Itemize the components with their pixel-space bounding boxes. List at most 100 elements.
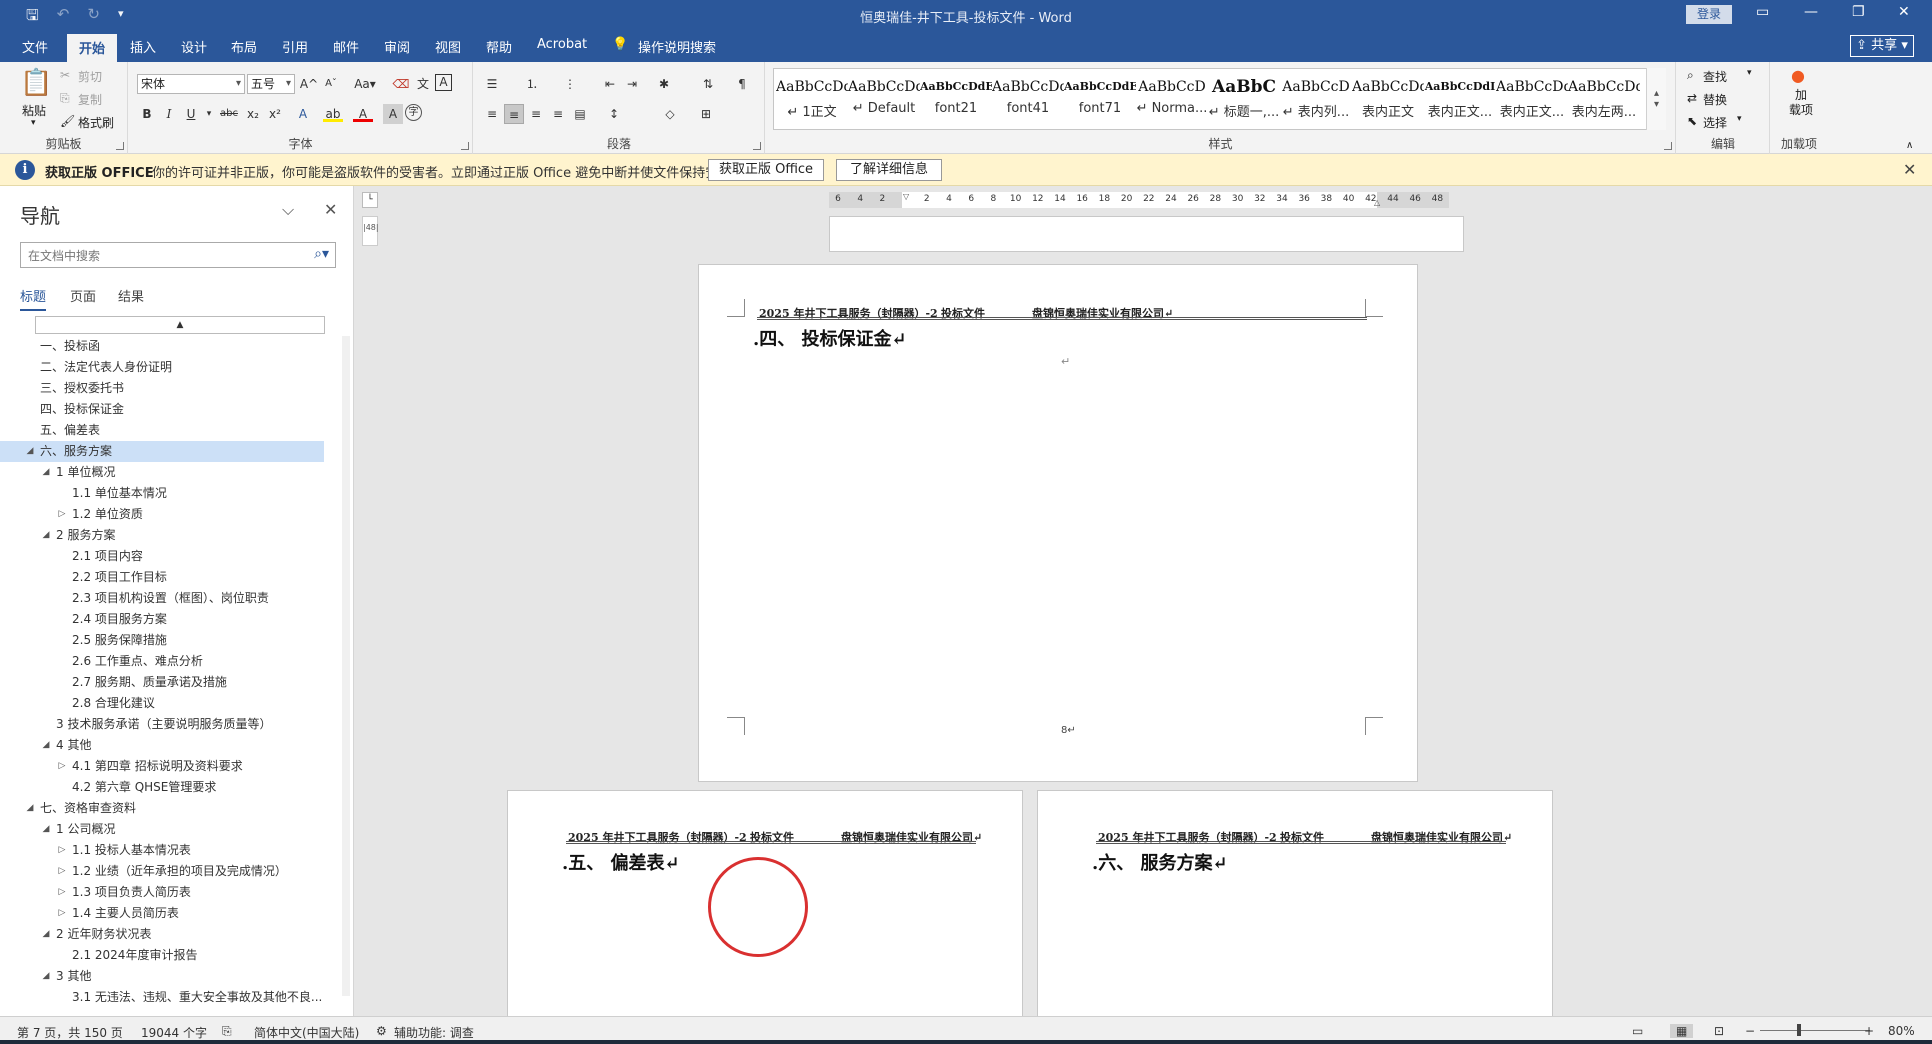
collapse-icon[interactable]: ◢ <box>40 525 52 546</box>
tab-home[interactable]: 开始 <box>67 34 118 65</box>
nav-heading-item[interactable]: 2.4 项目服务方案 <box>0 609 324 630</box>
find-icon[interactable]: ⌕ <box>1687 68 1694 83</box>
expand-icon[interactable]: ▷ <box>56 882 68 903</box>
login-button[interactable]: 登录 <box>1686 5 1732 24</box>
collapse-icon[interactable]: ◢ <box>40 735 52 756</box>
nav-tab-pages[interactable]: 页面 <box>70 286 96 305</box>
shrink-font-icon[interactable]: Aˇ <box>321 74 341 94</box>
nav-heading-item[interactable]: 2.6 工作重点、难点分析 <box>0 651 324 672</box>
increase-indent-icon[interactable]: ⇥ <box>622 74 642 94</box>
find-dropdown-icon[interactable]: ▾ <box>1747 68 1752 78</box>
style-heading1[interactable]: AaBbC ↵ 标题一,... <box>1208 73 1280 127</box>
collapse-icon[interactable]: ◢ <box>40 966 52 987</box>
nav-tab-results[interactable]: 结果 <box>118 286 144 305</box>
ribbon-display-icon[interactable]: ▭ <box>1756 4 1769 20</box>
clipboard-launcher-icon[interactable] <box>116 142 124 150</box>
copy-button[interactable]: 复制 <box>78 91 102 108</box>
horizontal-ruler[interactable]: ▽ △ 6 4 2 2 4 6 8 10 12 14 16 18 20 22 24 26 28 30 32 34 36 3… <box>829 192 1449 208</box>
nav-heading-item[interactable]: 3.1 无违法、违规、重大安全事故及其他不良... <box>0 987 324 1008</box>
page-count[interactable]: 第 7 页，共 150 页 <box>17 1024 123 1041</box>
style-default[interactable]: AaBbCcDd ↵ Default <box>848 73 920 127</box>
find-button[interactable]: 查找 <box>1703 68 1727 85</box>
expand-icon[interactable]: ▷ <box>56 504 68 525</box>
format-painter-icon[interactable]: 🖌 <box>60 114 75 128</box>
select-icon[interactable]: ⬉ <box>1687 114 1697 128</box>
collapse-icon[interactable]: ◢ <box>24 441 36 462</box>
nav-heading-item[interactable]: 2.8 合理化建议 <box>0 693 324 714</box>
line-spacing-icon[interactable]: ↕ <box>604 104 624 124</box>
nav-heading-item[interactable]: 四、投标保证金 <box>0 399 324 420</box>
search-icon[interactable]: ⌕▾ <box>314 246 329 262</box>
shading-icon[interactable]: ◇ <box>660 104 680 124</box>
style-1zhengwen[interactable]: AaBbCcDd ↵ 1正文 <box>776 73 848 127</box>
tell-me-search[interactable]: 操作说明搜索 <box>638 37 716 56</box>
nav-heading-item[interactable]: ▷ 1.1 投标人基本情况表 <box>0 840 324 861</box>
tab-design[interactable]: 设计 <box>181 37 207 56</box>
nav-tab-headings[interactable]: 标题 <box>20 286 47 311</box>
zoom-slider[interactable] <box>1760 1030 1870 1031</box>
nav-heading-item[interactable]: ◢ 2 近年财务状况表 <box>0 924 324 945</box>
select-button[interactable]: 选择 <box>1703 114 1727 131</box>
style-table-body-3[interactable]: AaBbCcDd 表内正文... <box>1496 73 1568 127</box>
print-layout-icon[interactable]: ▦ <box>1670 1024 1694 1038</box>
nav-options-icon[interactable]: ⌵ <box>282 200 294 220</box>
web-layout-icon[interactable]: ⊡ <box>1714 1024 1724 1038</box>
style-normal[interactable]: AaBbCcD ↵ Norma... <box>1136 73 1208 127</box>
superscript-button[interactable]: x² <box>265 104 285 124</box>
nav-heading-item[interactable]: ◢ 2 服务方案 <box>0 525 324 546</box>
zoom-out-button[interactable]: − <box>1745 1024 1755 1038</box>
tab-acrobat[interactable]: Acrobat <box>537 37 587 52</box>
accessibility-status[interactable]: 辅助功能: 调查 <box>394 1024 474 1041</box>
clear-format-icon[interactable]: ⌫ <box>391 74 411 94</box>
learn-more-button[interactable]: 了解详细信息 <box>836 159 942 181</box>
collapse-icon[interactable]: ◢ <box>40 462 52 483</box>
zoom-level[interactable]: 80% <box>1888 1024 1915 1038</box>
style-table-body-2[interactable]: AaBbCcDdI 表内正文... <box>1424 73 1496 127</box>
language[interactable]: 简体中文(中国大陆) <box>254 1024 359 1041</box>
expand-icon[interactable]: ▷ <box>56 903 68 924</box>
tab-view[interactable]: 视图 <box>435 37 461 56</box>
addins-icon[interactable]: ● <box>1791 66 1805 85</box>
document-page[interactable]: 2025 年井下工具服务（封隔器）-2 投标文件 盘锦恒奥瑞佳实业有限公司↵ .… <box>1037 790 1553 1016</box>
restore-icon[interactable]: ❐ <box>1852 4 1865 20</box>
word-count[interactable]: 19044 个字 <box>141 1024 207 1041</box>
tab-selector[interactable]: └ <box>362 192 378 208</box>
read-mode-icon[interactable]: ▭ <box>1632 1024 1643 1038</box>
bullets-icon[interactable]: ☰ <box>482 74 502 94</box>
tab-layout[interactable]: 布局 <box>231 37 257 56</box>
document-page[interactable]: 2025 年井下工具服务（封隔器）-2 投标文件 盘锦恒奥瑞佳实业有限公司↵ .… <box>507 790 1023 1016</box>
document-area[interactable]: └ |48| ▽ △ 6 4 2 2 4 6 8 10 12 14 16 18 20 22 24 26 28 30… <box>355 186 1932 1016</box>
italic-button[interactable]: I <box>159 104 179 124</box>
tab-help[interactable]: 帮助 <box>486 37 512 56</box>
nav-heading-item[interactable]: ◢ 1 公司概况 <box>0 819 324 840</box>
replace-icon[interactable]: ⇄ <box>1687 91 1697 105</box>
style-table-body[interactable]: AaBbCcDd 表内正文 <box>1352 73 1424 127</box>
nav-heading-item[interactable]: 2.5 服务保障措施 <box>0 630 324 651</box>
style-table-left[interactable]: AaBbCcDdI表内左两... <box>1568 73 1640 127</box>
nav-heading-item[interactable]: ▷ 1.2 业绩（近年承担的项目及完成情况） <box>0 861 324 882</box>
paste-icon[interactable]: 📋 <box>20 68 52 98</box>
phonetic-guide-icon[interactable]: 文 <box>413 74 433 94</box>
subscript-button[interactable]: x₂ <box>243 104 263 124</box>
collapse-ribbon-icon[interactable]: ∧ <box>1906 140 1913 151</box>
nav-heading-item[interactable]: 2.7 服务期、质量承诺及措施 <box>0 672 324 693</box>
nav-heading-item[interactable]: ◢ 1 单位概况 <box>0 462 324 483</box>
replace-button[interactable]: 替换 <box>1703 91 1727 108</box>
align-right-icon[interactable]: ≡ <box>526 104 546 124</box>
styles-launcher-icon[interactable] <box>1664 142 1672 150</box>
nav-close-icon[interactable]: ✕ <box>324 200 337 219</box>
nav-heading-item[interactable]: ◢ 六、服务方案 <box>0 441 324 462</box>
nav-heading-item[interactable]: 五、偏差表 <box>0 420 324 441</box>
nav-heading-item[interactable]: 2.2 项目工作目标 <box>0 567 324 588</box>
first-line-indent-marker[interactable]: ▽ <box>903 192 909 201</box>
font-name-select[interactable]: 宋体 <box>137 74 245 94</box>
nav-heading-item[interactable]: ◢ 3 其他 <box>0 966 324 987</box>
strikethrough-button[interactable]: abc <box>219 104 239 124</box>
nav-heading-item[interactable]: ◢ 4 其他 <box>0 735 324 756</box>
nav-heading-item[interactable]: 3 技术服务承诺（主要说明服务质量等） <box>0 714 324 735</box>
proofing-icon[interactable]: ⎘ <box>222 1024 232 1039</box>
collapse-up-icon[interactable]: ▲ <box>35 316 325 334</box>
paragraph-launcher-icon[interactable] <box>753 142 761 150</box>
show-marks-icon[interactable]: ¶ <box>732 74 752 94</box>
style-table-col[interactable]: AaBbCcD ↵ 表内列... <box>1280 73 1352 127</box>
